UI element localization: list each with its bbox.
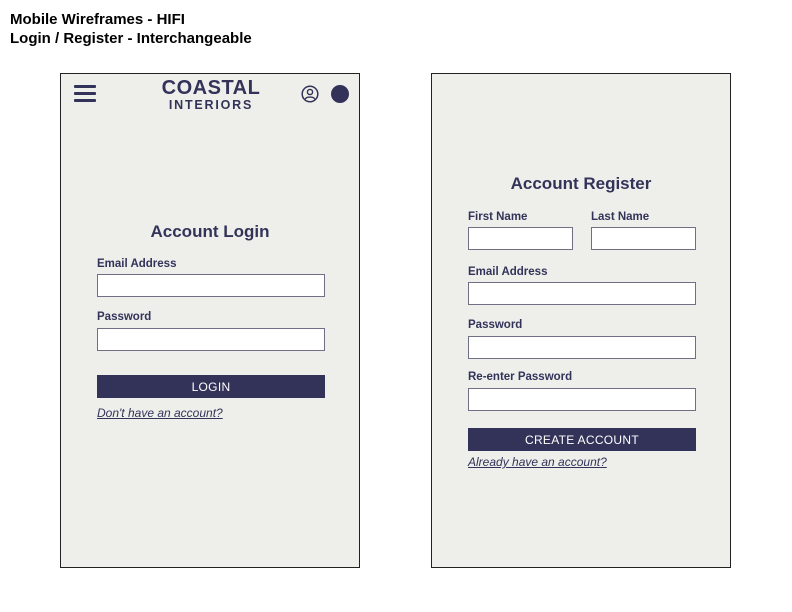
brand-logo-bottom: INTERIORS xyxy=(168,98,254,112)
hamburger-menu-icon[interactable] xyxy=(74,85,96,103)
document-title: Mobile Wireframes - HIFI Login / Registe… xyxy=(10,10,252,48)
reenter-password-label: Re-enter Password xyxy=(468,371,573,383)
last-name-label: Last Name xyxy=(591,211,650,223)
register-password-label: Password xyxy=(468,319,523,331)
register-switch-link[interactable]: Don't have an account? xyxy=(97,406,223,420)
first-name-label: First Name xyxy=(468,211,528,223)
reenter-password-input[interactable] xyxy=(468,388,696,411)
first-name-input[interactable] xyxy=(468,227,573,250)
login-title: Account Login xyxy=(150,222,270,241)
register-screen: Account Register First Name Last Name Em… xyxy=(431,73,731,568)
login-email-input[interactable] xyxy=(97,274,325,297)
login-button[interactable]: LOGIN xyxy=(97,375,325,398)
brand-logo-top: COASTAL xyxy=(161,77,261,99)
cart-dot-icon[interactable] xyxy=(331,85,349,103)
brand-logo[interactable]: COASTAL INTERIORS xyxy=(151,78,271,112)
register-email-input[interactable] xyxy=(468,282,696,305)
last-name-input[interactable] xyxy=(591,227,696,250)
register-password-input[interactable] xyxy=(468,336,696,359)
create-account-button[interactable]: CREATE ACCOUNT xyxy=(468,428,696,451)
register-title: Account Register xyxy=(510,174,652,193)
register-email-label: Email Address xyxy=(468,266,548,278)
login-switch-link[interactable]: Already have an account? xyxy=(468,455,607,469)
login-screen: COASTAL INTERIORS Account Login Email Ad… xyxy=(60,73,360,568)
login-password-input[interactable] xyxy=(97,328,325,351)
document-title-line1: Mobile Wireframes - HIFI xyxy=(10,11,185,28)
login-password-label: Password xyxy=(97,311,152,323)
document-title-line2: Login / Register - Interchangeable xyxy=(10,30,252,47)
login-email-label: Email Address xyxy=(97,258,177,270)
user-circle-icon[interactable] xyxy=(301,85,319,103)
